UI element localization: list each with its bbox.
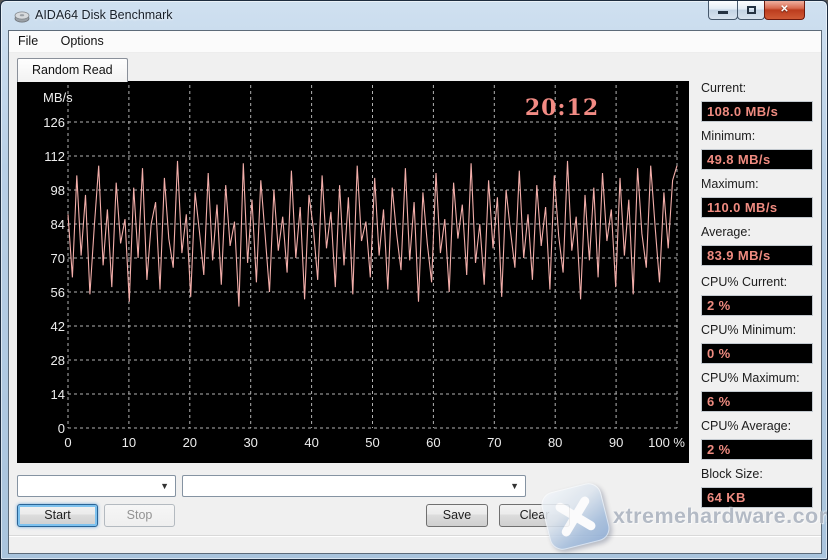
stat-block-size: Block Size: 64 KB [701,467,813,508]
svg-text:112: 112 [44,149,65,164]
window-title: AIDA64 Disk Benchmark [35,8,173,22]
close-icon: ✕ [780,4,789,15]
save-button[interactable]: Save [426,504,488,527]
svg-text:126: 126 [43,115,65,130]
app-window: AIDA64 Disk Benchmark ✕ File Options Ran… [0,0,828,560]
close-button[interactable]: ✕ [764,1,805,20]
stat-cpu-average: CPU% Average: 2 % [701,419,813,460]
stat-value: 49.8 MB/s [701,149,813,170]
benchmark-chart-svg: 126 112 98 84 70 56 42 28 14 00 10 20 30 40 50 60 70 80 90… [43,85,685,450]
svg-text:70: 70 [51,251,65,266]
disk-icon [14,11,30,23]
stat-maximum: Maximum: 110.0 MB/s [701,177,813,218]
stat-label: CPU% Current: [701,275,788,289]
tab-random-read[interactable]: Random Read [17,58,128,82]
svg-text:80: 80 [548,435,562,450]
disk-drive-select[interactable]: Disk Drive #2 [PHD 3.0 Silicon-Power] (9… [182,475,526,497]
start-button[interactable]: Start [17,504,98,527]
menu-file[interactable]: File [9,31,47,51]
stat-minimum: Minimum: 49.8 MB/s [701,129,813,170]
watermark-text: xtremehardware.com [613,504,828,528]
menu-bar: File Options [9,31,821,53]
maximize-button[interactable] [737,1,765,20]
svg-text:90: 90 [609,435,623,450]
stat-average: Average: 83.9 MB/s [701,225,813,266]
chevron-down-icon: ▼ [160,481,169,491]
status-separator [9,535,821,537]
stop-button[interactable]: Stop [104,504,175,527]
title-bar[interactable]: AIDA64 Disk Benchmark ✕ [1,1,827,30]
svg-text:20:12: 20:12 [525,95,599,121]
svg-text:100 %: 100 % [648,435,685,450]
chevron-down-icon: ▼ [510,481,519,491]
stat-value: 6 % [701,391,813,412]
stat-value: 110.0 MB/s [701,197,813,218]
svg-text:50: 50 [365,435,379,450]
stat-label: Minimum: [701,129,756,143]
svg-text:98: 98 [51,183,65,198]
stat-value: 2 % [701,439,813,460]
stat-value: 83.9 MB/s [701,245,813,266]
svg-text:10: 10 [122,435,136,450]
stat-cpu-maximum: CPU% Maximum: 6 % [701,371,813,412]
svg-text:70: 70 [487,435,501,450]
svg-text:14: 14 [51,387,65,402]
minimize-icon [718,11,728,14]
svg-text:20: 20 [183,435,197,450]
stat-value: 2 % [701,295,813,316]
stat-label: Current: [701,81,747,95]
stat-cpu-current: CPU% Current: 2 % [701,275,813,316]
stat-label: Block Size: [701,467,763,481]
svg-text:30: 30 [243,435,257,450]
svg-text:40: 40 [304,435,318,450]
svg-text:0: 0 [58,421,65,436]
stat-current: Current: 108.0 MB/s [701,81,813,122]
svg-text:84: 84 [51,217,65,232]
stat-label: CPU% Maximum: [701,371,800,385]
svg-text:56: 56 [51,285,65,300]
logo-x-stroke [560,494,591,539]
svg-text:28: 28 [51,353,65,368]
minimize-button[interactable] [708,1,738,20]
stat-value: 108.0 MB/s [701,101,813,122]
benchmark-chart: 126 112 98 84 70 56 42 28 14 0 0 10 20 30 40 50 60 70 80 90… [17,81,689,463]
stat-label: Maximum: [701,177,759,191]
maximize-icon [746,6,756,14]
stat-label: CPU% Average: [701,419,792,433]
menu-options[interactable]: Options [52,31,113,51]
svg-text:0: 0 [64,435,71,450]
benchmark-type-select[interactable]: Random Read ▼ [17,475,176,497]
stat-label: Average: [701,225,751,239]
stat-cpu-minimum: CPU% Minimum: 0 % [701,323,813,364]
svg-text:MB/s: MB/s [43,90,73,105]
window-controls: ✕ [708,1,805,20]
stat-label: CPU% Minimum: [701,323,797,337]
stat-value: 0 % [701,343,813,364]
svg-text:42: 42 [51,319,65,334]
svg-text:60: 60 [426,435,440,450]
stats-panel: Current: 108.0 MB/s Minimum: 49.8 MB/s M… [701,81,813,515]
